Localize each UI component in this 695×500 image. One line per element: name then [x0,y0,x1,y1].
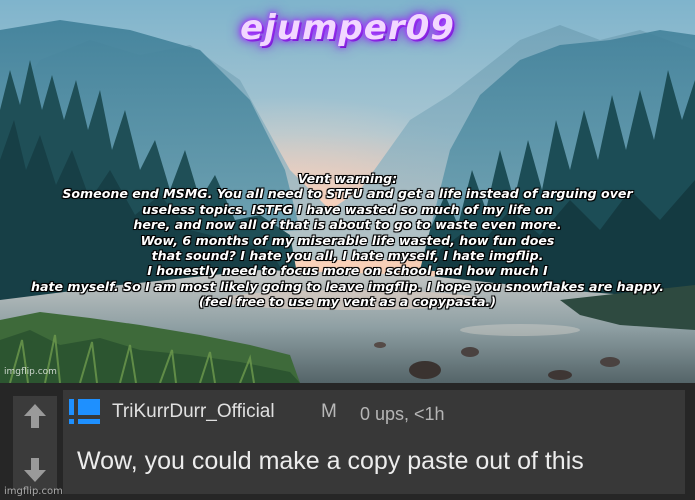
arrow-down-icon [24,458,46,482]
imgflip-watermark-bottom: imgflip.com [4,486,63,497]
vent-line: that sound? I hate you all, I hate mysel… [151,247,544,263]
vent-line: I honestly need to focus more on school … [147,263,548,279]
vent-line: here, and now all of that is about to go… [133,217,562,233]
vent-line: useless topics. ISTFG I have wasted so m… [142,201,553,217]
comment-body: TriKurrDurr_Official M 0 ups, <1h Wow, y… [63,390,685,494]
arrow-up-icon [24,404,46,428]
vent-line: hate myself. So I am most likely going t… [30,278,664,294]
vent-line: Wow, 6 months of my miserable life waste… [140,232,555,248]
meme-image: ejumper09 Vent warning: Someone end MSMG… [0,0,695,383]
blue-bar-icon[interactable] [67,398,103,434]
comment-panel: TriKurrDurr_Official M 0 ups, <1h Wow, y… [0,383,695,500]
vote-column [13,396,57,490]
comment-username[interactable]: TriKurrDurr_Official [112,401,275,423]
vent-line: (feel free to use my vent as a copypasta… [198,294,497,310]
vent-line: Vent warning: [297,171,398,186]
downvote-button[interactable] [19,454,51,486]
comment-meta: 0 ups, <1h [360,404,445,424]
comment-text: Wow, you could make a copy paste out of … [77,447,584,475]
upvote-button[interactable] [19,400,51,432]
meme-title: ejumper09 [240,8,455,48]
imgflip-watermark: imgflip.com [4,367,57,377]
vent-line: Someone end MSMG. You all need to STFU a… [62,186,633,202]
vent-text: Vent warning: Someone end MSMG. You all … [0,171,695,310]
mod-badge: M [321,401,337,422]
